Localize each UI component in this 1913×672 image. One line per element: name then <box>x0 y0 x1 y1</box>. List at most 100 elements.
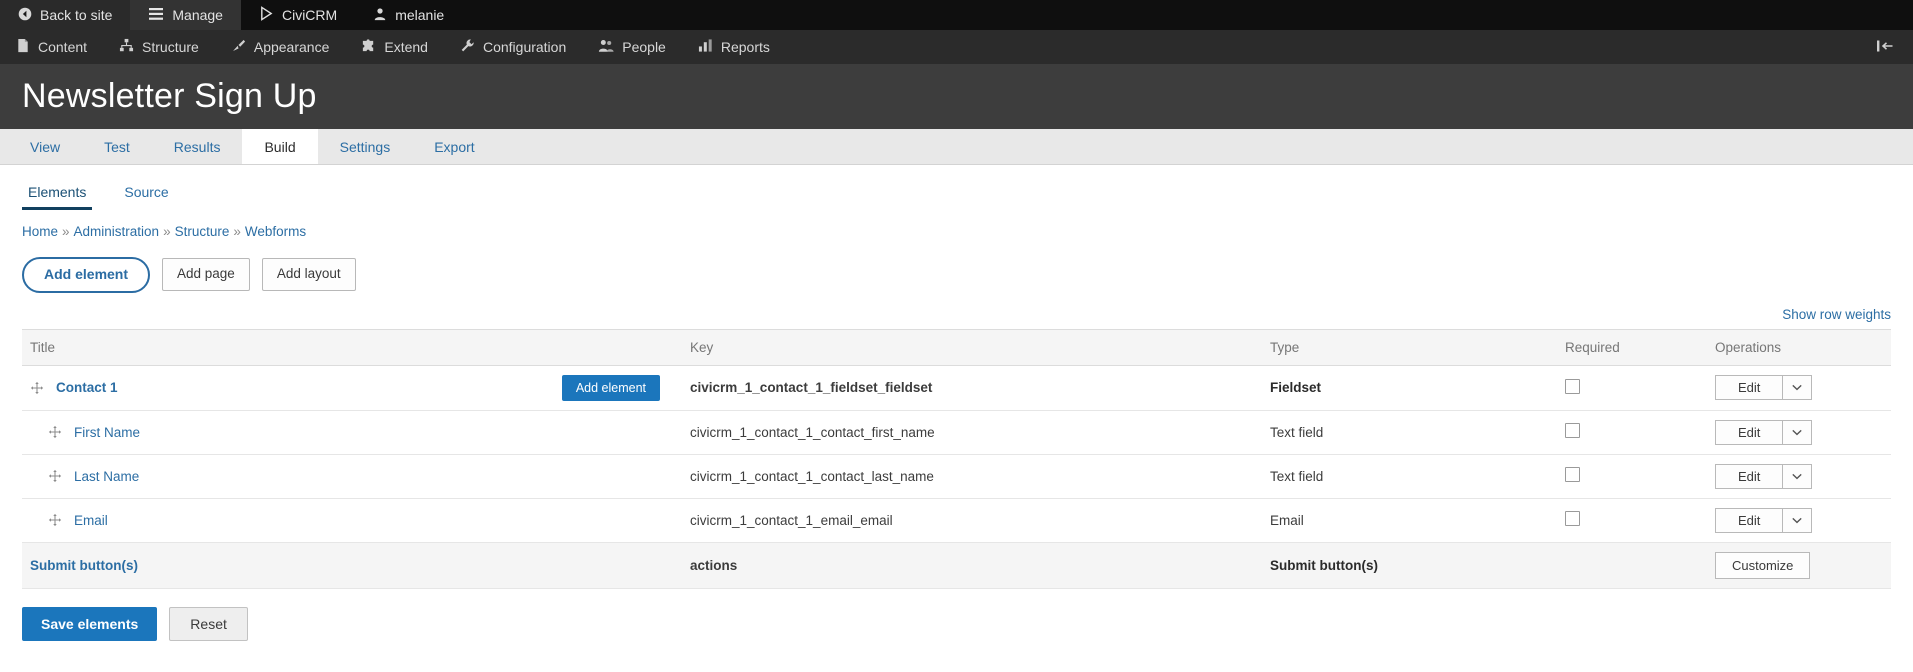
collapse-sidebar-icon <box>1875 39 1895 56</box>
toolbar-manage[interactable]: Manage <box>130 0 241 30</box>
edit-button[interactable]: Edit <box>1715 463 1784 489</box>
toolbar-item-reports[interactable]: Reports <box>682 30 786 64</box>
drag-handle-icon[interactable] <box>48 513 62 527</box>
column-header-key: Key <box>682 328 1262 366</box>
page-title: Newsletter Sign Up <box>22 77 317 115</box>
admin-toolbar-top: Back to site Manage CiviCRM melanie <box>0 0 1913 30</box>
show-row-weights-link[interactable]: Show row weights <box>1782 307 1891 322</box>
user-icon <box>373 7 387 24</box>
toolbar-item-structure[interactable]: Structure <box>103 30 215 64</box>
element-link-email[interactable]: Email <box>74 513 108 528</box>
table-row: Contact 1 Add element civicrm_1_contact_… <box>22 365 1891 411</box>
cell-type: Submit button(s) <box>1262 542 1557 589</box>
element-link-contact-1[interactable]: Contact 1 <box>56 380 118 395</box>
breadcrumb-item-webforms[interactable]: Webforms <box>245 224 306 239</box>
drag-handle-icon[interactable] <box>30 381 44 395</box>
cell-operations: Edit <box>1707 454 1891 499</box>
tab-build[interactable]: Build <box>242 129 318 164</box>
element-link-submit-buttons[interactable]: Submit button(s) <box>30 558 138 573</box>
breadcrumb-item-structure[interactable]: Structure <box>175 224 230 239</box>
cell-required <box>1557 365 1707 411</box>
add-layout-button[interactable]: Add layout <box>261 258 356 292</box>
operations-split-button: Edit <box>1715 375 1813 401</box>
people-icon <box>598 38 614 56</box>
tab-test-label: Test <box>104 138 130 155</box>
breadcrumb-item-home[interactable]: Home <box>22 224 58 239</box>
cell-type: Text field <box>1262 410 1557 455</box>
cell-key: civicrm_1_contact_1_email_email <box>682 498 1262 543</box>
toolbar-item-configuration[interactable]: Configuration <box>444 30 582 64</box>
toolbar-collapse-button[interactable] <box>1857 30 1913 64</box>
cell-key: civicrm_1_contact_1_fieldset_fieldset <box>682 365 1262 411</box>
paintbrush-icon <box>231 38 246 56</box>
cell-title: First Name <box>22 410 682 455</box>
edit-button[interactable]: Edit <box>1715 419 1784 445</box>
toolbar-manage-label: Manage <box>172 7 223 23</box>
column-header-operations: Operations <box>1707 328 1891 366</box>
tab-view[interactable]: View <box>8 129 82 164</box>
customize-button[interactable]: Customize <box>1715 551 1811 579</box>
column-header-required: Required <box>1557 328 1707 366</box>
back-arrow-icon <box>18 7 32 24</box>
table-row: First Name civicrm_1_contact_1_contact_f… <box>22 410 1891 455</box>
save-elements-button[interactable]: Save elements <box>22 606 158 641</box>
secondary-tabs: Elements Source <box>0 165 1913 210</box>
edit-button[interactable]: Edit <box>1715 507 1784 533</box>
inline-add-element-button[interactable]: Add element <box>561 374 660 401</box>
toolbar-back-to-site[interactable]: Back to site <box>0 0 131 30</box>
cell-title: Last Name <box>22 454 682 499</box>
breadcrumb-separator: » <box>163 224 171 239</box>
required-checkbox[interactable] <box>1565 423 1580 439</box>
chevron-down-icon[interactable] <box>1783 507 1813 533</box>
cell-operations: Edit <box>1707 498 1891 543</box>
drag-handle-icon[interactable] <box>48 425 62 439</box>
footer-actions: Save elements Reset <box>0 589 1913 659</box>
cell-operations: Edit <box>1707 410 1891 455</box>
breadcrumb-item-administration[interactable]: Administration <box>74 224 160 239</box>
tab-test[interactable]: Test <box>82 129 152 164</box>
toolbar-item-extend[interactable]: Extend <box>345 30 444 64</box>
edit-button[interactable]: Edit <box>1715 375 1784 401</box>
subtab-source-label: Source <box>124 184 169 200</box>
puzzle-icon <box>361 38 376 56</box>
reset-button[interactable]: Reset <box>169 606 248 641</box>
toolbar-item-people-label: People <box>622 39 666 55</box>
element-type: Submit button(s) <box>1270 557 1378 573</box>
cell-title: Contact 1 Add element <box>22 365 682 411</box>
breadcrumb-separator: » <box>62 224 70 239</box>
tab-results[interactable]: Results <box>152 129 243 164</box>
toolbar-item-content[interactable]: Content <box>0 30 103 64</box>
cell-required <box>1557 410 1707 455</box>
add-page-button[interactable]: Add page <box>162 258 250 292</box>
toolbar-item-extend-label: Extend <box>384 39 428 55</box>
bar-chart-icon <box>698 38 713 56</box>
toolbar-civicrm[interactable]: CiviCRM <box>241 0 355 30</box>
toolbar-item-people[interactable]: People <box>582 30 682 64</box>
toolbar-user-account[interactable]: melanie <box>355 0 462 30</box>
element-link-last-name[interactable]: Last Name <box>74 469 139 484</box>
cell-key: civicrm_1_contact_1_contact_last_name <box>682 454 1262 499</box>
column-header-title: Title <box>22 328 682 366</box>
element-type: Fieldset <box>1270 380 1322 396</box>
required-checkbox[interactable] <box>1565 378 1580 394</box>
chevron-down-icon[interactable] <box>1783 375 1813 401</box>
add-element-button[interactable]: Add element <box>22 257 151 293</box>
subtab-source[interactable]: Source <box>118 181 174 210</box>
element-link-first-name[interactable]: First Name <box>74 425 140 440</box>
chevron-down-icon[interactable] <box>1783 463 1813 489</box>
required-checkbox[interactable] <box>1565 511 1580 527</box>
drag-handle-icon[interactable] <box>48 469 62 483</box>
toolbar-item-appearance[interactable]: Appearance <box>215 30 346 64</box>
tab-settings[interactable]: Settings <box>318 129 413 164</box>
subtab-elements[interactable]: Elements <box>22 181 93 210</box>
element-type: Email <box>1270 512 1304 528</box>
tab-export[interactable]: Export <box>412 129 496 164</box>
file-icon <box>16 38 30 56</box>
action-buttons-row: Add element Add page Add layout <box>0 239 1913 293</box>
civicrm-triangle-icon <box>259 6 274 24</box>
cell-required <box>1557 542 1707 589</box>
toolbar-civicrm-label: CiviCRM <box>281 7 338 23</box>
chevron-down-icon[interactable] <box>1783 419 1813 445</box>
required-checkbox[interactable] <box>1565 467 1580 483</box>
element-key: civicrm_1_contact_1_email_email <box>690 512 893 528</box>
